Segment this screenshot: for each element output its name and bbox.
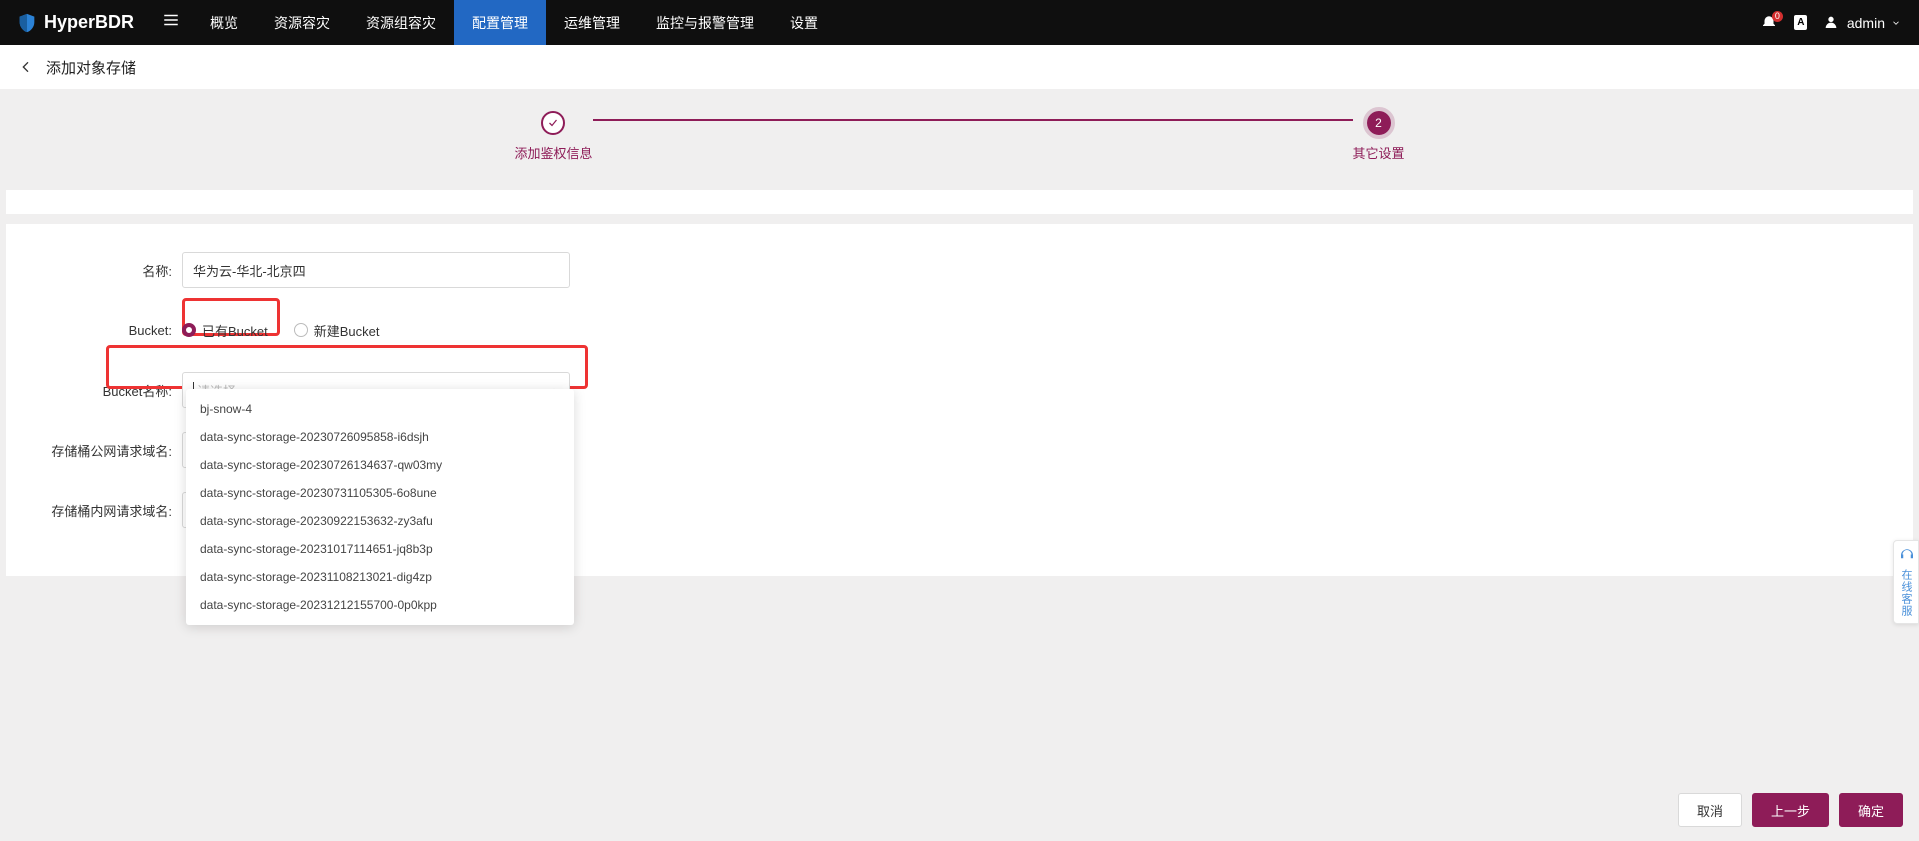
page-title: 添加对象存储 — [46, 57, 136, 78]
dropdown-item[interactable]: data-sync-storage-20230726095858-i6dsjh — [186, 423, 574, 451]
language-icon[interactable]: A — [1791, 13, 1811, 33]
user-icon — [1823, 14, 1841, 32]
cancel-button[interactable]: 取消 — [1678, 793, 1742, 827]
label-private-domain: 存储桶内网请求域名: — [6, 501, 182, 520]
nav-config[interactable]: 配置管理 — [454, 0, 546, 45]
nav-resource-dr[interactable]: 资源容灾 — [256, 0, 348, 45]
headset-icon — [1898, 547, 1916, 565]
radio-new-label: 新建Bucket — [314, 321, 380, 340]
nav-monitor[interactable]: 监控与报警管理 — [638, 0, 772, 45]
label-bucket: Bucket: — [6, 323, 182, 338]
radio-new-bucket[interactable]: 新建Bucket — [294, 321, 380, 340]
chevron-down-icon — [1891, 15, 1901, 31]
confirm-button[interactable]: 确定 — [1839, 793, 1903, 827]
dropdown-item[interactable]: data-sync-storage-20230726134637-qw03my — [186, 451, 574, 479]
step-2: 2 其它设置 — [1353, 111, 1405, 162]
page-header: 添加对象存储 — [0, 45, 1919, 89]
step-2-label: 其它设置 — [1353, 143, 1405, 162]
row-bucket: Bucket: 已有Bucket 新建Bucket — [6, 312, 1913, 348]
nav-settings[interactable]: 设置 — [772, 0, 836, 45]
radio-off-icon — [294, 323, 308, 337]
form-card: 名称: Bucket: 已有Bucket 新建Bucket Bucket名称: … — [6, 224, 1913, 576]
row-name: 名称: — [6, 252, 1913, 288]
radio-existing-bucket[interactable]: 已有Bucket — [182, 321, 268, 340]
bucket-name-dropdown: bj-snow-4 data-sync-storage-202307260958… — [186, 389, 574, 625]
brand-logo[interactable]: HyperBDR — [0, 12, 150, 34]
top-nav: HyperBDR 概览 资源容灾 资源组容灾 配置管理 运维管理 监控与报警管理… — [0, 0, 1919, 45]
step-1: 添加鉴权信息 — [514, 111, 592, 162]
prev-button[interactable]: 上一步 — [1752, 793, 1829, 827]
name-input[interactable] — [182, 252, 570, 288]
step-indicator: 添加鉴权信息 2 其它设置 — [0, 89, 1919, 190]
dropdown-item[interactable]: data-sync-storage-20231212155700-0p0kpp — [186, 591, 574, 619]
chat-label: 在线客服 — [1900, 569, 1912, 617]
label-bucket-name: Bucket名称: — [6, 381, 182, 400]
chat-widget[interactable]: 在线客服 — [1893, 540, 1919, 624]
label-name: 名称: — [6, 261, 182, 280]
radio-existing-label: 已有Bucket — [202, 321, 268, 340]
nav-overview[interactable]: 概览 — [192, 0, 256, 45]
step-2-circle: 2 — [1367, 111, 1391, 135]
step-1-circle-check-icon — [541, 111, 565, 135]
step-line — [593, 119, 1353, 121]
gap-card — [6, 190, 1913, 214]
shield-icon — [16, 12, 38, 34]
nav-resource-group-dr[interactable]: 资源组容灾 — [348, 0, 454, 45]
dropdown-item[interactable]: bj-snow-4 — [186, 395, 574, 423]
step-1-label: 添加鉴权信息 — [514, 143, 592, 162]
user-name: admin — [1847, 15, 1885, 31]
nav-ops[interactable]: 运维管理 — [546, 0, 638, 45]
menu-toggle-icon[interactable] — [150, 11, 192, 35]
dropdown-item[interactable]: data-sync-storage-20231108213021-dig4zp — [186, 563, 574, 591]
label-public-domain: 存储桶公网请求域名: — [6, 441, 182, 460]
notification-icon[interactable]: 0 — [1759, 13, 1779, 33]
user-menu[interactable]: admin — [1823, 14, 1901, 32]
notif-count: 0 — [1772, 11, 1783, 22]
right-toolbar: 0 A admin — [1759, 13, 1919, 33]
brand-text: HyperBDR — [44, 12, 134, 33]
dropdown-item[interactable]: data-sync-storage-20230731105305-6o8une — [186, 479, 574, 507]
dropdown-item[interactable]: data-sync-storage-20230922153632-zy3afu — [186, 507, 574, 535]
nav-items: 概览 资源容灾 资源组容灾 配置管理 运维管理 监控与报警管理 设置 — [192, 0, 836, 45]
dropdown-item[interactable]: data-sync-storage-20231017114651-jq8b3p — [186, 535, 574, 563]
back-arrow-icon[interactable] — [16, 57, 36, 77]
radio-on-icon — [182, 323, 196, 337]
footer-actions: 取消 上一步 确定 — [1678, 793, 1903, 827]
